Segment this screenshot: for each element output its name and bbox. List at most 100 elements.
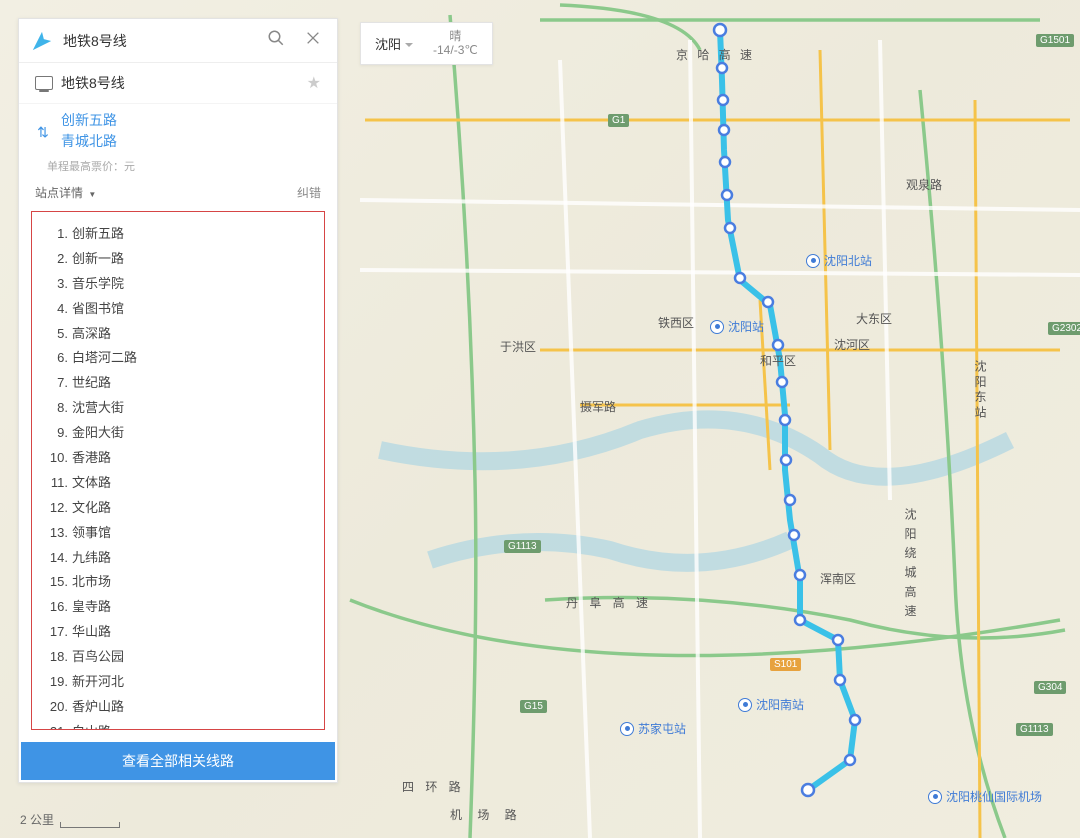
station-name: 皇寺路	[72, 599, 111, 616]
station-name: 沈营大街	[72, 400, 124, 417]
poi-label: 沈阳站	[728, 318, 764, 335]
terminus-a[interactable]: 创新五路	[61, 110, 321, 131]
station-name: 高深路	[72, 326, 111, 343]
label-sihuanlu: 四 环 路	[402, 778, 465, 795]
station-name: 领事馆	[72, 525, 111, 542]
line-name: 地铁8号线	[61, 73, 299, 93]
station-index: 4.	[42, 301, 72, 318]
label-danfu: 丹 阜 高 速	[566, 594, 652, 611]
station-name: 华山路	[72, 624, 111, 641]
label-tiexi: 铁西区	[658, 314, 694, 331]
station-index: 2.	[42, 251, 72, 268]
station-name: 九纬路	[72, 550, 111, 567]
caret-down-icon: ▼	[88, 190, 96, 199]
logo-icon[interactable]	[29, 28, 55, 54]
station-item[interactable]: 7. 世纪路	[40, 371, 316, 396]
poi-label: 沈阳北站	[824, 252, 872, 269]
station-item[interactable]: 16. 皇寺路	[40, 595, 316, 620]
station-name: 白山路	[72, 724, 111, 730]
close-icon[interactable]	[299, 28, 327, 53]
station-item[interactable]: 6. 白塔河二路	[40, 346, 316, 371]
poi-taoxian[interactable]: 沈阳桃仙国际机场	[928, 788, 1042, 805]
station-item[interactable]: 3. 音乐学院	[40, 272, 316, 297]
airport-poi-icon	[928, 790, 942, 804]
metro-poi-icon	[620, 722, 634, 736]
stations-label: 站点详情	[35, 186, 83, 200]
poi-shenyangbeizhan[interactable]: 沈阳北站	[806, 252, 872, 269]
station-item[interactable]: 1. 创新五路	[40, 222, 316, 247]
station-item[interactable]: 20. 香炉山路	[40, 695, 316, 720]
swap-icon[interactable]: ⇅	[35, 110, 51, 152]
search-icon[interactable]	[261, 27, 291, 54]
station-index: 10.	[42, 450, 72, 467]
search-bar	[19, 19, 337, 63]
station-toggle[interactable]: 站点详情 ▼	[35, 184, 96, 201]
station-name: 创新五路	[72, 226, 124, 243]
station-item[interactable]: 13. 领事馆	[40, 521, 316, 546]
station-index: 15.	[42, 574, 72, 591]
station-item[interactable]: 10. 香港路	[40, 446, 316, 471]
station-item[interactable]: 19. 新开河北	[40, 670, 316, 695]
label-guanquan: 观泉路	[906, 176, 942, 193]
station-item[interactable]: 12. 文化路	[40, 496, 316, 521]
station-name: 白塔河二路	[72, 350, 137, 367]
favorite-icon[interactable]: ★	[307, 73, 321, 93]
station-item[interactable]: 18. 百鸟公园	[40, 645, 316, 670]
road-badge-g1113: G1113	[504, 540, 541, 553]
label-jichanglu: 机 场 路	[450, 806, 523, 823]
scale-label: 2 公里	[20, 811, 54, 828]
station-item[interactable]: 9. 金阳大街	[40, 421, 316, 446]
weather-city[interactable]: 沈阳	[375, 34, 413, 53]
terminus-b[interactable]: 青城北路	[61, 131, 321, 152]
weather-widget[interactable]: 沈阳 晴 -14/-3℃	[360, 22, 493, 65]
station-name: 香港路	[72, 450, 111, 467]
station-index: 20.	[42, 699, 72, 716]
label-shuijun: 摄军路	[580, 398, 616, 415]
poi-label: 苏家屯站	[638, 720, 686, 737]
station-item[interactable]: 15. 北市场	[40, 570, 316, 595]
metro-poi-icon	[738, 698, 752, 712]
weather-temp: -14/-3℃	[433, 43, 478, 57]
station-item[interactable]: 21. 白山路	[40, 720, 316, 730]
label-shenyangcheng: 沈 阳 绕 城 高 速	[902, 508, 919, 619]
station-name: 文体路	[72, 475, 111, 492]
scale-bar: 2 公里	[20, 811, 120, 828]
station-name: 世纪路	[72, 375, 111, 392]
station-index: 17.	[42, 624, 72, 641]
road-badge-g1113b: G1113	[1016, 723, 1053, 736]
label-shenhe: 沈河区	[834, 336, 870, 353]
station-index: 11.	[42, 475, 72, 492]
station-name: 香炉山路	[72, 699, 124, 716]
station-item[interactable]: 17. 华山路	[40, 620, 316, 645]
station-index: 19.	[42, 674, 72, 691]
poi-shenyangnanzhan[interactable]: 沈阳南站	[738, 696, 804, 713]
weather-cond: 晴	[449, 29, 461, 43]
station-item[interactable]: 4. 省图书馆	[40, 297, 316, 322]
line-header[interactable]: 地铁8号线 ★	[19, 63, 337, 104]
report-error-link[interactable]: 纠错	[297, 184, 321, 201]
poi-sujiatun[interactable]: 苏家屯站	[620, 720, 686, 737]
station-name: 音乐学院	[72, 276, 124, 293]
search-input[interactable]	[63, 33, 253, 49]
label-yuhong: 于洪区	[500, 338, 536, 355]
station-item[interactable]: 11. 文体路	[40, 471, 316, 496]
station-item[interactable]: 2. 创新一路	[40, 247, 316, 272]
station-item[interactable]: 5. 高深路	[40, 322, 316, 347]
station-item[interactable]: 14. 九纬路	[40, 546, 316, 571]
poi-shenyangzhan[interactable]: 沈阳站	[710, 318, 764, 335]
station-list: 1. 创新五路2. 创新一路3. 音乐学院4. 省图书馆5. 高深路6. 白塔河…	[31, 211, 325, 730]
station-name: 百鸟公园	[72, 649, 124, 666]
station-index: 7.	[42, 375, 72, 392]
label-dadong: 大东区	[856, 310, 892, 327]
station-index: 5.	[42, 326, 72, 343]
station-index: 18.	[42, 649, 72, 666]
station-item[interactable]: 8. 沈营大街	[40, 396, 316, 421]
view-all-routes-button[interactable]: 查看全部相关线路	[21, 742, 335, 780]
road-badge-g1501: G1501	[1036, 34, 1074, 47]
terminus-block: ⇅ 创新五路 青城北路	[19, 104, 337, 156]
station-name: 省图书馆	[72, 301, 124, 318]
poi-label: 沈阳南站	[756, 696, 804, 713]
sidebar-panel: 地铁8号线 ★ ⇅ 创新五路 青城北路 单程最高票价：元 站点详情 ▼ 纠错 1…	[18, 18, 338, 783]
road-badge-s101: S101	[770, 658, 801, 671]
road-badge-g304: G304	[1034, 681, 1066, 694]
